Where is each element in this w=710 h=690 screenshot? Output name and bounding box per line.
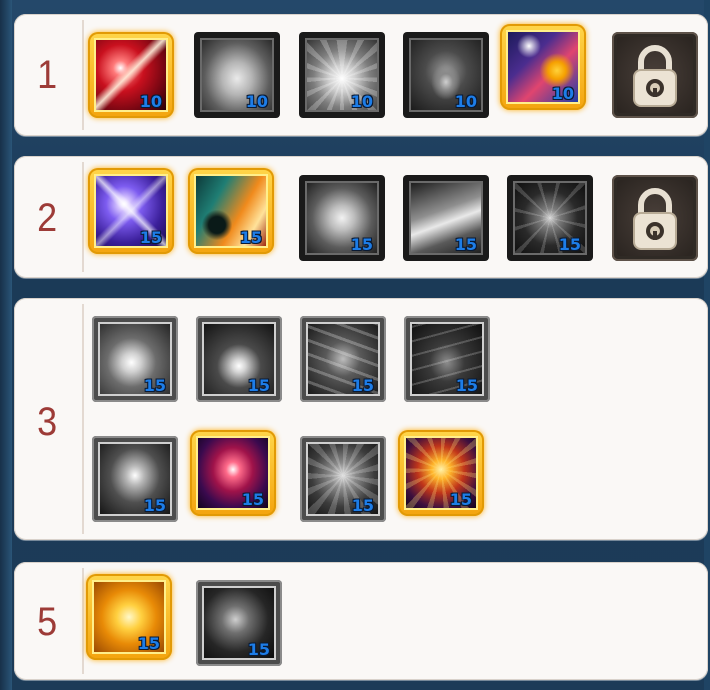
wind-slash-skill-icon[interactable]: 15	[403, 175, 489, 261]
skill-level: 15	[143, 376, 166, 395]
skill-level: 10	[139, 92, 162, 111]
aura-warrior-skill-icon[interactable]: 10	[403, 32, 489, 118]
golden-hero-skill-icon[interactable]: 15	[86, 574, 172, 660]
skill-level: 15	[449, 490, 472, 509]
skill-level: 10	[350, 92, 373, 111]
swirl-cut-skill-icon[interactable]: 15	[300, 316, 386, 402]
armored-chest-skill-icon[interactable]: 10	[299, 32, 385, 118]
tier-5-divider	[82, 568, 84, 674]
crimson-slash-skill-icon[interactable]: 10	[88, 32, 174, 118]
skill-level: 15	[351, 376, 374, 395]
violet-starburst-skill-icon[interactable]: 15	[88, 168, 174, 254]
tier-5-label: 5	[37, 600, 58, 644]
power-flex-skill-icon[interactable]: 15	[299, 175, 385, 261]
ember-bloom-skill-icon[interactable]: 15	[398, 430, 484, 516]
skill-level: 15	[455, 376, 478, 395]
shadow-strike-skill-icon[interactable]: 15	[507, 175, 593, 261]
skill-level: 15	[137, 634, 160, 653]
tier-2-locked-slot[interactable]	[612, 175, 698, 261]
crimson-pillar-skill-icon[interactable]: 15	[190, 430, 276, 516]
skill-level: 15	[454, 235, 477, 254]
shadow-hero-skill-icon[interactable]: 15	[196, 580, 282, 666]
tier-2-label: 2	[37, 196, 58, 240]
mage-caster-skill-icon[interactable]: 10	[500, 24, 586, 110]
skill-level: 15	[239, 228, 262, 247]
skill-level: 15	[143, 496, 166, 515]
skill-level: 10	[454, 92, 477, 111]
muscular-torso-skill-icon[interactable]: 10	[194, 32, 280, 118]
radiant-blast-skill-icon[interactable]: 15	[92, 316, 178, 402]
padlock-icon	[633, 188, 677, 250]
tier-1-divider	[82, 20, 84, 130]
padlock-icon	[633, 45, 677, 107]
dark-swirl-skill-icon[interactable]: 15	[404, 316, 490, 402]
skill-level: 15	[350, 235, 373, 254]
skill-level: 15	[247, 640, 270, 659]
skill-level: 10	[551, 84, 574, 103]
skill-level: 15	[351, 496, 374, 515]
tier-1-locked-slot[interactable]	[612, 32, 698, 118]
tier-3-label: 3	[37, 400, 58, 444]
skill-level: 15	[241, 490, 264, 509]
stone-bloom-skill-icon[interactable]: 15	[300, 436, 386, 522]
sword-pillar-skill-icon[interactable]: 15	[92, 436, 178, 522]
tier-3-divider	[82, 304, 84, 534]
tier-2-divider	[82, 162, 84, 272]
skill-level: 10	[245, 92, 268, 111]
tier-1-label: 1	[37, 53, 58, 97]
skill-level: 15	[247, 376, 270, 395]
skill-level: 15	[139, 228, 162, 247]
skill-level: 15	[558, 235, 581, 254]
white-flare-skill-icon[interactable]: 15	[196, 316, 282, 402]
flame-swordsman-skill-icon[interactable]: 15	[188, 168, 274, 254]
